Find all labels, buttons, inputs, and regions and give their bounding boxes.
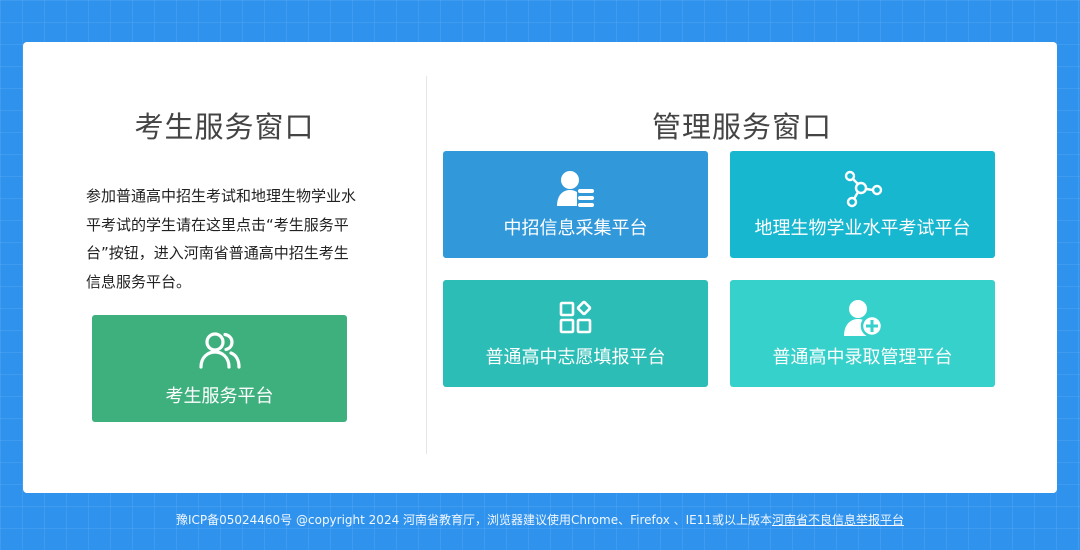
tile-geo-bio-exam-label: 地理生物学业水平考试平台: [754, 217, 971, 239]
tile-admission-management-label: 普通高中录取管理平台: [772, 346, 953, 368]
tile-volunteer-application[interactable]: 普通高中志愿填报平台: [443, 280, 708, 387]
user-list-icon: [556, 170, 596, 208]
tile-info-collection-label: 中招信息采集平台: [503, 217, 648, 239]
footer-copyright: 豫ICP备05024460号 @copyright 2024 河南省教育厅，浏览…: [175, 513, 773, 527]
user-add-icon: [843, 299, 883, 337]
student-service-button-label: 考生服务平台: [165, 385, 274, 407]
admin-window-title: 管理服务窗口: [651, 110, 832, 144]
student-service-button[interactable]: 考生服务平台: [92, 315, 347, 422]
apps-grid-icon: [556, 299, 596, 337]
main-card: 考生服务窗口 参加普通高中招生考试和地理生物学业水平考试的学生请在这里点击“考生…: [23, 42, 1057, 493]
network-icon: [843, 170, 883, 208]
footer-report-link[interactable]: 河南省不良信息举报平台: [772, 513, 904, 527]
users-icon: [198, 330, 242, 374]
student-window-title: 考生服务窗口: [134, 110, 315, 144]
tile-geo-bio-exam[interactable]: 地理生物学业水平考试平台: [730, 151, 995, 258]
student-window-description: 参加普通高中招生考试和地理生物学业水平考试的学生请在这里点击“考生服务平台”按钮…: [86, 187, 357, 291]
tile-admission-management[interactable]: 普通高中录取管理平台: [730, 280, 995, 387]
tile-info-collection[interactable]: 中招信息采集平台: [443, 151, 708, 258]
footer: 豫ICP备05024460号 @copyright 2024 河南省教育厅，浏览…: [0, 511, 1080, 528]
tile-volunteer-application-label: 普通高中志愿填报平台: [485, 346, 666, 368]
